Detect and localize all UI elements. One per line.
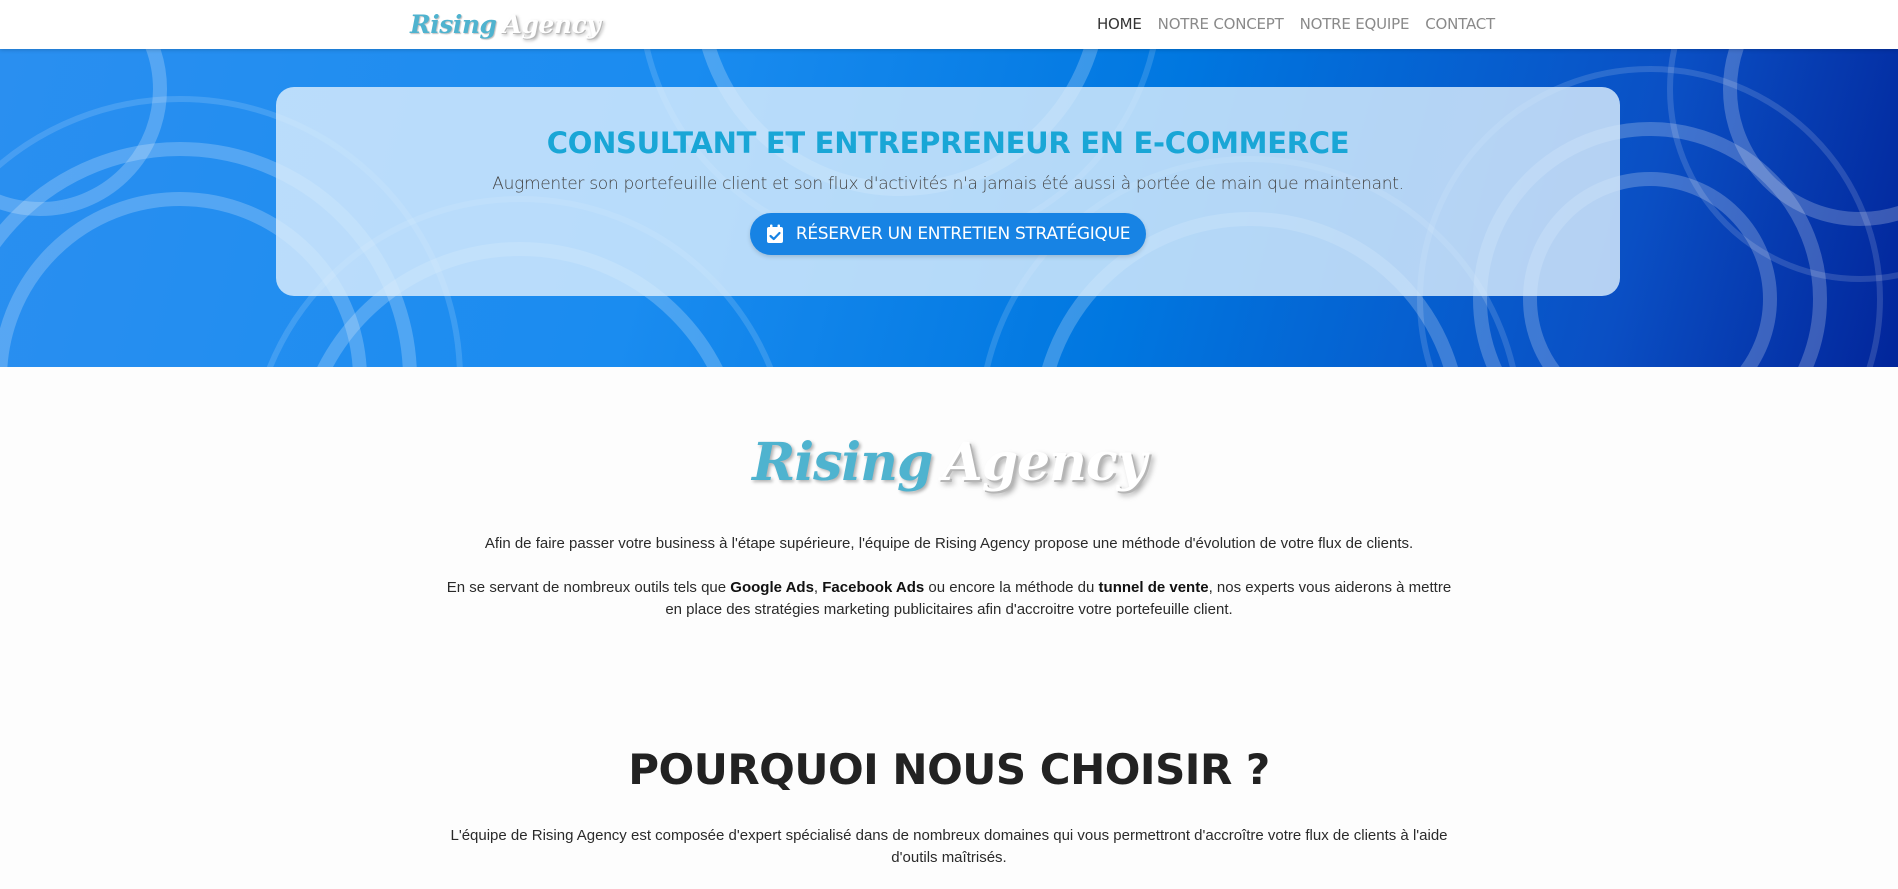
logo-text-rising: Rising [410, 9, 497, 39]
calendar-check-icon [766, 224, 783, 243]
top-navbar: Rising Agency HOME NOTRE CONCEPT NOTRE E… [0, 0, 1898, 49]
hero-title: CONSULTANT ET ENTREPRENEUR EN E-COMMERCE [546, 126, 1350, 160]
about-logo-agency: Agency [942, 432, 1146, 493]
about-p2-tunnel-de-vente: tunnel de vente [1098, 579, 1209, 596]
about-p2-text-2: , [813, 579, 823, 596]
about-p2-facebook-ads: Facebook Ads [822, 579, 925, 596]
brand-logo[interactable]: Rising Agency [410, 4, 601, 44]
about-p2-google-ads: Google Ads [730, 579, 814, 596]
nav-menu: HOME NOTRE CONCEPT NOTRE EQUIPE CONTACT [1097, 0, 1495, 48]
nav-link-concept[interactable]: NOTRE CONCEPT [1158, 15, 1284, 33]
hero-subtitle: Augmenter son portefeuille client et son… [492, 174, 1404, 194]
book-strategy-call-button[interactable]: RÉSERVER UN ENTRETIEN STRATÉGIQUE [750, 213, 1146, 255]
logo-text-agency: Agency [502, 9, 601, 39]
about-p2-text-3: ou encore la méthode du [924, 579, 1099, 596]
hero-banner: CONSULTANT ET ENTREPRENEUR EN E-COMMERCE… [0, 49, 1898, 367]
nav-link-contact[interactable]: CONTACT [1425, 15, 1495, 33]
nav-link-home[interactable]: HOME [1097, 15, 1142, 33]
about-paragraph-2: En se servant de nombreux outils tels qu… [440, 577, 1458, 621]
why-us-title: POURQUOI NOUS CHOISIR ? [628, 745, 1270, 794]
nav-link-equipe[interactable]: NOTRE EQUIPE [1300, 15, 1410, 33]
about-paragraph-1: Afin de faire passer votre business à l'… [484, 535, 1414, 552]
why-us-paragraph: L'équipe de Rising Agency est composée d… [450, 827, 1448, 866]
book-strategy-call-label: RÉSERVER UN ENTRETIEN STRATÉGIQUE [795, 224, 1131, 244]
hero-card: CONSULTANT ET ENTREPRENEUR EN E-COMMERCE… [276, 87, 1620, 296]
about-logo-rising: Rising [752, 432, 933, 493]
about-p2-text-1: En se servant de nombreux outils tels qu… [446, 579, 731, 596]
about-logo: Rising Agency [0, 432, 1898, 493]
